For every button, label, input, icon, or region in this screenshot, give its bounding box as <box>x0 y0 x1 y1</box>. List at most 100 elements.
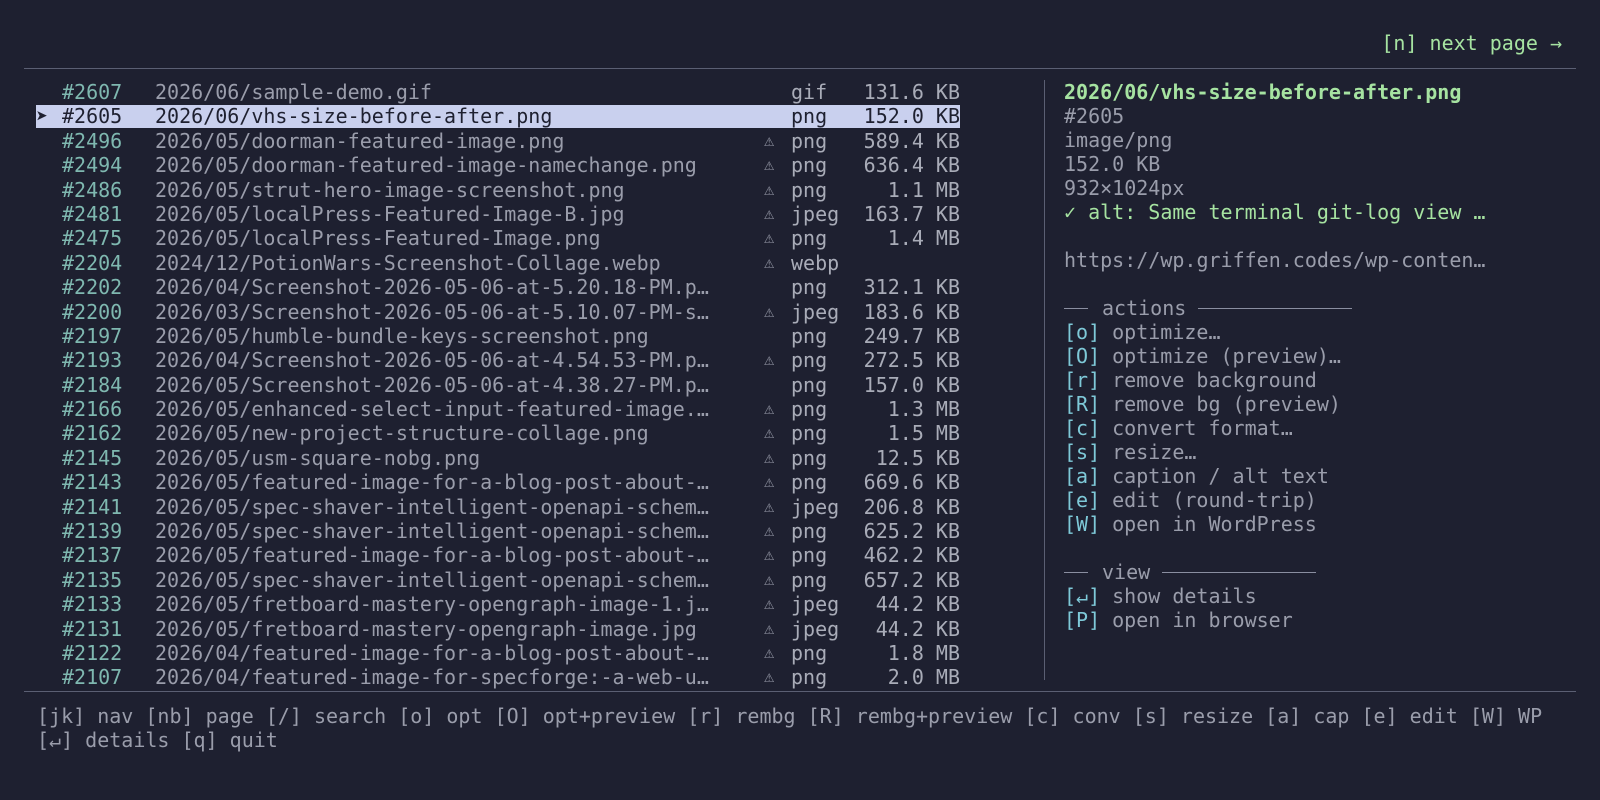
file-path: 2026/03/Screenshot-2026-05-06-at-5.10.07… <box>155 299 709 324</box>
view-section-heading: view <box>1064 560 1564 584</box>
action-label: optimize (preview)… <box>1112 344 1341 368</box>
warning-icon: ⚠ <box>764 545 775 566</box>
file-row[interactable]: #2481 2026/05/localPress-Featured-Image-B… <box>0 202 990 226</box>
file-row[interactable]: #2197 2026/05/humble-bundle-keys-screensh… <box>0 324 990 348</box>
file-id: #2137 <box>62 543 123 568</box>
file-id: #2145 <box>62 445 123 470</box>
warning-icon: ⚠ <box>764 228 775 249</box>
file-size: 206.8 KB <box>863 494 960 519</box>
file-row[interactable]: #2486 2026/05/strut-hero-image-screenshot… <box>0 178 990 202</box>
file-row[interactable]: #2200 2026/03/Screenshot-2026-05-06-at-5.… <box>0 300 990 324</box>
file-row[interactable]: #2204 2024/12/PotionWars-Screenshot-Colla… <box>0 251 990 275</box>
file-row[interactable]: #2475 2026/05/localPress-Featured-Image.p… <box>0 226 990 250</box>
file-row[interactable]: #2607 2026/06/sample-demo.gif gif 131.6 KB <box>0 80 990 104</box>
file-row[interactable]: #2135 2026/05/spec-shaver-intelligent-ope… <box>0 568 990 592</box>
action-item[interactable]: [r] remove background <box>1064 368 1564 392</box>
file-type: png <box>791 519 828 544</box>
warning-icon: ⚠ <box>764 667 775 688</box>
file-row[interactable]: #2496 2026/05/doorman-featured-image.png ⚠… <box>0 129 990 153</box>
action-label: remove bg (preview) <box>1112 392 1341 416</box>
file-id: #2202 <box>62 275 123 300</box>
action-item[interactable]: [e] edit (round-trip) <box>1064 488 1564 512</box>
action-item[interactable]: [o] optimize… <box>1064 320 1564 344</box>
action-item[interactable]: [R] remove bg (preview) <box>1064 392 1564 416</box>
action-item[interactable]: [O] optimize (preview)… <box>1064 344 1564 368</box>
file-id: #2135 <box>62 567 123 592</box>
file-id: #2133 <box>62 592 123 617</box>
warning-icon: ⚠ <box>764 569 775 590</box>
action-item[interactable]: [P] open in browser <box>1064 608 1564 632</box>
file-row[interactable]: #2145 2026/05/usm-square-nobg.png ⚠ png 12.5… <box>0 446 990 470</box>
file-row[interactable]: ➤ #2605 2026/06/vhs-size-before-after.png p… <box>0 104 990 129</box>
file-list[interactable]: #2607 2026/06/sample-demo.gif gif 131.6 KB ➤… <box>0 80 990 690</box>
file-row[interactable]: #2141 2026/05/spec-shaver-intelligent-ope… <box>0 495 990 519</box>
view-heading-label: view <box>1102 560 1151 584</box>
action-key: [P] <box>1064 608 1101 632</box>
file-row[interactable]: #2137 2026/05/featured-image-for-a-blog-p… <box>0 543 990 567</box>
file-id: #2494 <box>62 153 123 178</box>
warning-icon: ⚠ <box>764 642 775 663</box>
action-key: [r] <box>1064 368 1101 392</box>
file-type: png <box>791 275 828 300</box>
details-id: #2605 <box>1064 104 1125 128</box>
file-type: jpeg <box>791 616 840 641</box>
file-row[interactable]: #2131 2026/05/fretboard-mastery-opengraph… <box>0 617 990 641</box>
file-size: 249.7 KB <box>863 323 960 348</box>
file-type: png <box>791 372 828 397</box>
file-type: png <box>791 128 828 153</box>
file-row[interactable]: #2107 2026/04/featured-image-for-specforg… <box>0 665 990 689</box>
file-id: #2486 <box>62 177 123 202</box>
file-row[interactable]: #2184 2026/05/Screenshot-2026-05-06-at-4.… <box>0 373 990 397</box>
file-row[interactable]: #2193 2026/04/Screenshot-2026-05-06-at-4.… <box>0 348 990 372</box>
action-key: [e] <box>1064 488 1101 512</box>
file-row[interactable]: #2122 2026/04/featured-image-for-a-blog-p… <box>0 641 990 665</box>
warning-icon: ⚠ <box>764 447 775 468</box>
file-row[interactable]: #2133 2026/05/fretboard-mastery-opengraph… <box>0 592 990 616</box>
file-path: 2026/05/strut-hero-image-screenshot.png <box>155 177 625 202</box>
warning-icon: ⚠ <box>764 399 775 420</box>
details-size: 152.0 KB <box>1064 152 1161 176</box>
action-key: [W] <box>1064 512 1101 536</box>
action-label: caption / alt text <box>1112 464 1329 488</box>
file-type: png <box>791 177 828 202</box>
file-type: png <box>791 323 828 348</box>
file-row[interactable]: #2166 2026/05/enhanced-select-input-featu… <box>0 397 990 421</box>
details-url[interactable]: https://wp.griffen.codes/wp-conten… <box>1064 248 1564 272</box>
file-row[interactable]: #2162 2026/05/new-project-structure-colla… <box>0 421 990 445</box>
file-path: 2026/05/featured-image-for-a-blog-post-a… <box>155 470 709 495</box>
file-row[interactable]: #2143 2026/05/featured-image-for-a-blog-p… <box>0 470 990 494</box>
file-id: #2184 <box>62 372 123 397</box>
file-size: 636.4 KB <box>863 153 960 178</box>
action-item[interactable]: [a] caption / alt text <box>1064 464 1564 488</box>
file-row[interactable]: #2494 2026/05/doorman-featured-image-name… <box>0 153 990 177</box>
file-path: 2026/05/doorman-featured-image.png <box>155 128 565 153</box>
file-type: png <box>791 153 828 178</box>
section-rule <box>1064 571 1088 573</box>
top-bar: [n] next page → <box>0 0 1600 68</box>
action-item[interactable]: [↵] show details <box>1064 584 1564 608</box>
file-row[interactable]: #2202 2026/04/Screenshot-2026-05-06-at-5.… <box>0 275 990 299</box>
action-item[interactable]: [c] convert format… <box>1064 416 1564 440</box>
file-path: 2026/04/featured-image-for-specforge:-a-… <box>155 665 709 690</box>
section-rule <box>1162 571 1317 573</box>
action-label: open in WordPress <box>1112 512 1317 536</box>
action-key: [s] <box>1064 440 1101 464</box>
file-size: 1.3 MB <box>887 397 960 422</box>
actions-list: [o] optimize… [O] optimize (preview)… [r] rem… <box>1064 320 1564 536</box>
action-label: resize… <box>1112 440 1197 464</box>
actions-section-heading: actions <box>1064 296 1564 320</box>
selection-caret-icon: ➤ <box>36 104 49 129</box>
file-id: #2166 <box>62 397 123 422</box>
action-item[interactable]: [s] resize… <box>1064 440 1564 464</box>
details-alt-text: ✓ alt: Same terminal git-log view … <box>1064 200 1486 224</box>
file-path: 2026/05/Screenshot-2026-05-06-at-4.38.27… <box>155 372 709 397</box>
warning-icon: ⚠ <box>764 301 775 322</box>
file-type: png <box>791 470 828 495</box>
action-item[interactable]: [W] open in WordPress <box>1064 512 1564 536</box>
file-size: 589.4 KB <box>863 128 960 153</box>
file-type: png <box>791 226 828 251</box>
next-page-hint[interactable]: [n] next page → <box>1381 31 1562 55</box>
file-id: #2122 <box>62 640 123 665</box>
file-row[interactable]: #2139 2026/05/spec-shaver-intelligent-ope… <box>0 519 990 543</box>
file-path: 2026/05/fretboard-mastery-opengraph-imag… <box>155 616 697 641</box>
